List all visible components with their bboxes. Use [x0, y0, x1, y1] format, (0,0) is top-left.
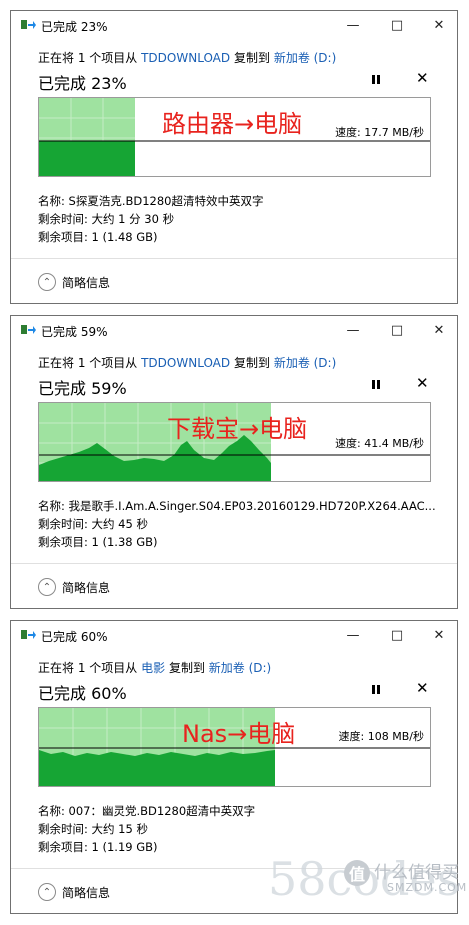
speed-area	[39, 141, 135, 176]
fewer-details-button[interactable]: ⌃ 简略信息	[38, 883, 110, 901]
cancel-icon[interactable]: ✕	[416, 679, 429, 697]
window-close-button[interactable]: ✕	[429, 625, 449, 645]
brand-watermark: 什么值得买	[374, 863, 459, 883]
copy-icon	[21, 325, 36, 334]
divider	[11, 258, 457, 259]
items-remaining: 剩余项目: 1 (1.19 GB)	[38, 840, 158, 854]
window-close-button[interactable]: ✕	[429, 320, 449, 340]
title-bar: 已完成 23% — □ ✕	[11, 11, 457, 39]
overlay-label: 下载宝→电脑	[167, 415, 308, 443]
brand-logo-icon: 值	[344, 860, 370, 886]
copy-dialog-1: 已完成 23% — □ ✕ 正在将 1 个项目从 TDDOWNLOAD 复制到 …	[10, 10, 458, 304]
pause-icon[interactable]	[369, 378, 383, 392]
file-info: 名称: 我是歌手.I.Am.A.Singer.S04.EP03.20160129…	[38, 497, 436, 551]
chevron-up-icon: ⌃	[38, 883, 56, 901]
chevron-up-icon: ⌃	[38, 273, 56, 291]
divider	[11, 563, 457, 564]
overlay-label: 路由器→电脑	[162, 110, 303, 138]
cancel-icon[interactable]: ✕	[416, 69, 429, 87]
file-info: 名称: S探夏浩克.BD1280超清特效中英双字 剩余时间: 大约 1 分 30…	[38, 192, 264, 246]
source-link[interactable]: TDDOWNLOAD	[141, 51, 230, 65]
destination-link[interactable]: 新加卷 (D:)	[274, 51, 336, 65]
percent-complete: 已完成 59%	[38, 379, 127, 398]
speed-graph: 路由器→电脑 速度: 17.7 MB/秒	[38, 97, 431, 177]
chevron-up-icon: ⌃	[38, 578, 56, 596]
pause-icon[interactable]	[369, 73, 383, 87]
copy-description: 正在将 1 个项目从 TDDOWNLOAD 复制到 新加卷 (D:)	[38, 356, 337, 370]
overlay-label: Nas→电脑	[182, 720, 296, 748]
destination-link[interactable]: 新加卷 (D:)	[209, 661, 271, 675]
file-name: 名称: 我是歌手.I.Am.A.Singer.S04.EP03.20160129…	[38, 499, 436, 513]
copy-icon	[21, 630, 36, 639]
minimize-button[interactable]: —	[343, 625, 363, 645]
file-name: 名称: S探夏浩克.BD1280超清特效中英双字	[38, 194, 264, 208]
speed-label: 速度: 17.7 MB/秒	[333, 124, 426, 140]
time-remaining: 剩余时间: 大约 45 秒	[38, 517, 148, 531]
pause-icon[interactable]	[369, 683, 383, 697]
speed-graph: Nas→电脑 速度: 108 MB/秒	[38, 707, 431, 787]
time-remaining: 剩余时间: 大约 1 分 30 秒	[38, 212, 175, 226]
title-bar: 已完成 59% — □ ✕	[11, 316, 457, 344]
maximize-button[interactable]: □	[387, 15, 407, 35]
window-title: 已完成 59%	[41, 325, 108, 339]
cancel-icon[interactable]: ✕	[416, 374, 429, 392]
copy-description: 正在将 1 个项目从 电影 复制到 新加卷 (D:)	[38, 661, 272, 675]
speed-label: 速度: 41.4 MB/秒	[333, 435, 426, 451]
fewer-details-button[interactable]: ⌃ 简略信息	[38, 578, 110, 596]
window-title: 已完成 60%	[41, 630, 108, 644]
minimize-button[interactable]: —	[343, 15, 363, 35]
destination-link[interactable]: 新加卷 (D:)	[274, 356, 336, 370]
window-title: 已完成 23%	[41, 20, 108, 34]
maximize-button[interactable]: □	[387, 625, 407, 645]
minimize-button[interactable]: —	[343, 320, 363, 340]
file-name: 名称: 007：幽灵党.BD1280超清中英双字	[38, 804, 256, 818]
copy-description: 正在将 1 个项目从 TDDOWNLOAD 复制到 新加卷 (D:)	[38, 51, 337, 65]
speed-label: 速度: 108 MB/秒	[336, 728, 426, 744]
maximize-button[interactable]: □	[387, 320, 407, 340]
time-remaining: 剩余时间: 大约 15 秒	[38, 822, 148, 836]
source-link[interactable]: TDDOWNLOAD	[141, 356, 230, 370]
brand-domain: SMZDM.COM	[387, 881, 468, 894]
copy-icon	[21, 20, 36, 29]
source-link[interactable]: 电影	[141, 661, 165, 675]
window-close-button[interactable]: ✕	[429, 15, 449, 35]
copy-dialog-2: 已完成 59% — □ ✕ 正在将 1 个项目从 TDDOWNLOAD 复制到 …	[10, 315, 458, 609]
items-remaining: 剩余项目: 1 (1.48 GB)	[38, 230, 158, 244]
percent-complete: 已完成 60%	[38, 684, 127, 703]
items-remaining: 剩余项目: 1 (1.38 GB)	[38, 535, 158, 549]
speed-graph: 下载宝→电脑 速度: 41.4 MB/秒	[38, 402, 431, 482]
file-info: 名称: 007：幽灵党.BD1280超清中英双字 剩余时间: 大约 15 秒 剩…	[38, 802, 255, 856]
fewer-details-button[interactable]: ⌃ 简略信息	[38, 273, 110, 291]
percent-complete: 已完成 23%	[38, 74, 127, 93]
title-bar: 已完成 60% — □ ✕	[11, 621, 457, 649]
